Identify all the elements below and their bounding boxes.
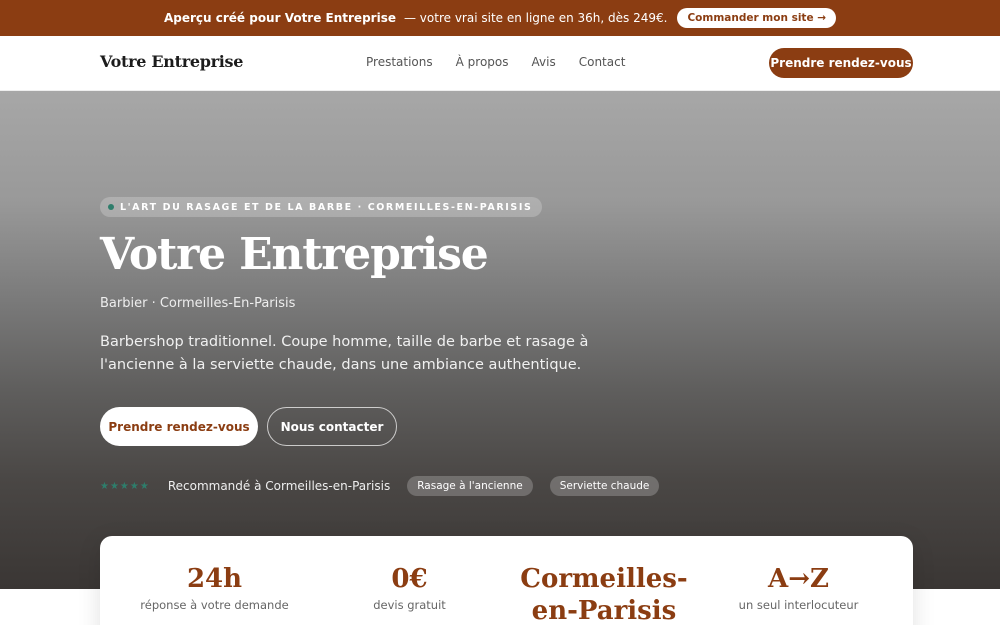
- contact-us-button[interactable]: Nous contacter: [267, 407, 397, 446]
- nav-link-prestations[interactable]: Prestations: [366, 55, 433, 69]
- promo-banner: Aperçu créé pour Votre Entreprise — votr…: [0, 0, 1000, 36]
- stat-item: 0€ devis gratuit: [308, 536, 511, 612]
- nav-link-avis[interactable]: Avis: [532, 55, 556, 69]
- status-dot-icon: [108, 204, 114, 210]
- stat-label: un seul interlocuteur: [738, 598, 859, 612]
- promo-text: — votre vrai site en ligne en 36h, dès 2…: [403, 11, 668, 25]
- hero-subtitle: Barbier · Cormeilles-En-Parisis: [100, 296, 296, 311]
- nav-links: Prestations À propos Avis Contact: [366, 55, 625, 69]
- tag-serviette: Serviette chaude: [549, 476, 660, 496]
- hero-title: Votre Entreprise: [100, 229, 489, 280]
- hero-section: L'ART DU RASAGE ET DE LA BARBE · CORMEIL…: [0, 91, 1000, 589]
- promo-strong-text: Aperçu créé pour Votre Entreprise: [163, 11, 396, 25]
- book-appointment-button[interactable]: Prendre rendez-vous: [100, 407, 258, 446]
- stat-value: Cormeilles-en-Parisis: [520, 564, 688, 625]
- nav-link-contact[interactable]: Contact: [579, 55, 626, 69]
- stat-item: 24h réponse à votre demande: [113, 536, 316, 612]
- hero-kicker-text: L'ART DU RASAGE ET DE LA BARBE · CORMEIL…: [120, 201, 533, 213]
- stat-value: 0€: [391, 564, 428, 594]
- order-site-button[interactable]: Commander mon site →: [677, 8, 837, 28]
- stat-item: A→Z un seul interlocuteur: [697, 536, 900, 612]
- hero-kicker-pill: L'ART DU RASAGE ET DE LA BARBE · CORMEIL…: [100, 197, 543, 217]
- hero-description: Barbershop traditionnel. Coupe homme, ta…: [100, 334, 589, 373]
- nav-link-a-propos[interactable]: À propos: [456, 55, 509, 69]
- stats-card: 24h réponse à votre demande 0€ devis gra…: [100, 536, 913, 625]
- stat-label: devis gratuit: [373, 598, 446, 612]
- stat-value: A→Z: [768, 564, 829, 594]
- trust-row: ★★★★★ Recommandé à Cormeilles-en-Parisis…: [100, 476, 676, 496]
- top-navigation: Votre Entreprise Prestations À propos Av…: [0, 36, 1000, 91]
- brand-logo[interactable]: Votre Entreprise: [100, 52, 243, 71]
- tag-rasage: Rasage à l'ancienne: [407, 476, 533, 496]
- stat-item: Cormeilles-en-Parisis: [501, 536, 707, 625]
- trust-text: Recommandé à Cormeilles-en-Parisis: [167, 479, 391, 493]
- stat-label: réponse à votre demande: [140, 598, 289, 612]
- rating-stars-icon: ★★★★★: [100, 480, 150, 492]
- nav-book-button[interactable]: Prendre rendez-vous: [769, 48, 913, 78]
- stat-value: 24h: [186, 564, 243, 594]
